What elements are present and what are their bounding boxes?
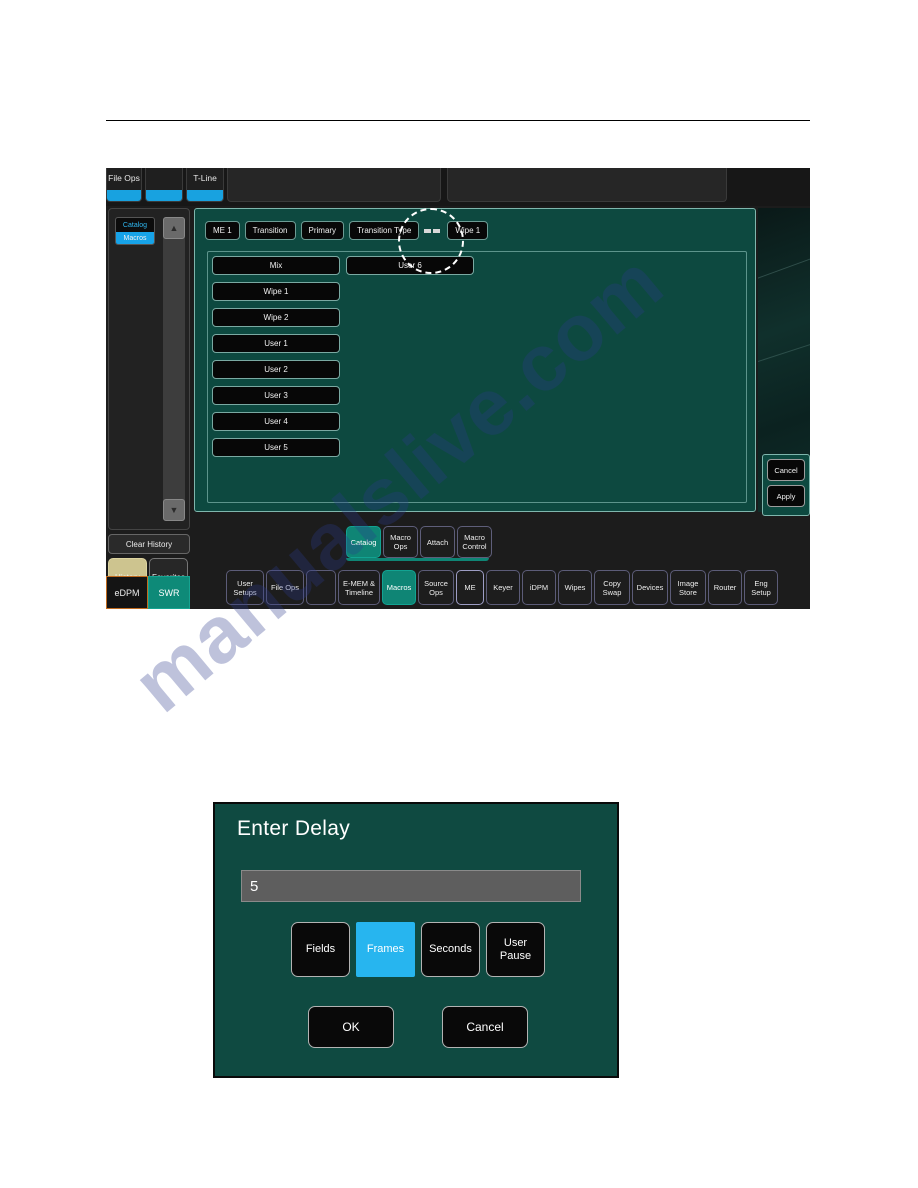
tab-label: File Ops <box>108 173 140 183</box>
menu-list: Mix Wipe 1 Wipe 2 User 1 User 2 User 3 U… <box>207 251 747 503</box>
menu-item-user-5[interactable]: User 5 <box>212 438 340 457</box>
app-button-keyer[interactable]: Keyer <box>486 570 520 605</box>
app-button-file-ops[interactable]: File Ops <box>266 570 304 605</box>
cancel-button[interactable]: Cancel <box>767 459 805 481</box>
unit-button-frames[interactable]: Frames <box>356 922 415 977</box>
clear-history-button[interactable]: Clear History <box>108 534 190 554</box>
sub-tool-underline <box>346 558 489 561</box>
delay-unit-group: Fields Frames Seconds User Pause <box>215 922 621 977</box>
tab-strip-filler-left <box>227 168 441 202</box>
app-button-macros[interactable]: Macros <box>382 570 416 605</box>
app-button-idpm[interactable]: iDPM <box>522 570 556 605</box>
tab-t-line[interactable]: T-Line <box>186 168 224 202</box>
app-button-wipes[interactable]: Wipes <box>558 570 592 605</box>
app-button-eng-setup[interactable]: Eng Setup <box>744 570 778 605</box>
app-button-devices[interactable]: Devices <box>632 570 668 605</box>
menu-item-mix[interactable]: Mix <box>212 256 340 275</box>
chevron-up-icon[interactable]: ▲ <box>163 217 185 239</box>
breadcrumb-primary[interactable]: Primary <box>300 221 345 240</box>
menu-column-primary: Mix Wipe 1 Wipe 2 User 1 User 2 User 3 U… <box>212 256 340 464</box>
menu-item-user-2[interactable]: User 2 <box>212 360 340 379</box>
top-tab-strip: File Ops T-Line <box>106 168 810 206</box>
tab-label: T-Line <box>193 173 217 183</box>
cancel-apply-panel: Cancel Apply <box>762 454 810 516</box>
enter-delay-dialog: Enter Delay 5 Fields Frames Seconds User… <box>213 802 619 1078</box>
history-panel: Catalog Macros ▲ ▼ <box>108 208 190 530</box>
breadcrumb-value-wipe-1[interactable]: Wipe 1 <box>447 221 489 240</box>
tab-strip-filler-right <box>447 168 727 202</box>
app-button-blank[interactable] <box>306 570 336 605</box>
app-button-router[interactable]: Router <box>708 570 742 605</box>
breadcrumb-me-1[interactable]: ME 1 <box>205 221 240 240</box>
app-button-me[interactable]: ME <box>456 570 484 605</box>
switcher-screenshot: File Ops T-Line Catalog Macros ▲ ▼ Clear… <box>106 168 810 609</box>
menu-item-wipe-1[interactable]: Wipe 1 <box>212 282 340 301</box>
breadcrumb-transition[interactable]: Transition <box>244 221 296 240</box>
app-button-row: User Setups File Ops E-MEM & Timeline Ma… <box>106 566 810 609</box>
app-button-emem-timeline[interactable]: E-MEM & Timeline <box>338 570 380 605</box>
breadcrumb-separator-icon <box>424 228 442 233</box>
menu-column-secondary: User 6 <box>346 256 474 282</box>
menu-item-user-1[interactable]: User 1 <box>212 334 340 353</box>
breadcrumb-transition-type[interactable]: Transition Type <box>349 221 420 240</box>
menu-item-user-4[interactable]: User 4 <box>212 412 340 431</box>
tab-file-ops[interactable]: File Ops <box>106 168 142 202</box>
app-button-source-ops[interactable]: Source Ops <box>418 570 454 605</box>
sub-tool-macro-ops[interactable]: Macro Ops <box>383 526 418 558</box>
menu-item-user-3[interactable]: User 3 <box>212 386 340 405</box>
apply-button[interactable]: Apply <box>767 485 805 507</box>
catalog-label: Catalog <box>122 221 148 229</box>
sub-tool-row: Catalog Macro Ops Attach Macro Control <box>346 526 494 558</box>
chevron-down-icon[interactable]: ▼ <box>163 499 185 521</box>
page-root: manualslive.com File Ops T-Line Catalog … <box>0 0 918 1188</box>
dialog-cancel-button[interactable]: Cancel <box>442 1006 528 1048</box>
app-button-user-setups[interactable]: User Setups <box>226 570 264 605</box>
dialog-title: Enter Delay <box>237 817 351 840</box>
menu-area: ME 1 Transition Primary Transition Type … <box>194 208 756 512</box>
sub-tool-macro-control[interactable]: Macro Control <box>457 526 492 558</box>
page-divider-rule <box>106 120 810 121</box>
dialog-action-row: OK Cancel <box>215 1006 621 1048</box>
sub-tool-catalog[interactable]: Catalog <box>346 526 381 558</box>
unit-button-fields[interactable]: Fields <box>291 922 350 977</box>
macros-label: Macros <box>116 232 154 244</box>
menu-item-wipe-2[interactable]: Wipe 2 <box>212 308 340 327</box>
unit-button-user-pause[interactable]: User Pause <box>486 922 545 977</box>
app-button-copy-swap[interactable]: Copy Swap <box>594 570 630 605</box>
delay-value-input[interactable]: 5 <box>241 870 581 902</box>
app-button-image-store[interactable]: Image Store <box>670 570 706 605</box>
tab-unnamed[interactable] <box>145 168 183 202</box>
catalog-macros-button[interactable]: Catalog Macros <box>115 217 155 245</box>
sub-tool-attach[interactable]: Attach <box>420 526 455 558</box>
unit-button-seconds[interactable]: Seconds <box>421 922 480 977</box>
history-scrollbar[interactable]: ▲ ▼ <box>163 217 185 521</box>
breadcrumb: ME 1 Transition Primary Transition Type … <box>205 221 493 240</box>
dialog-ok-button[interactable]: OK <box>308 1006 394 1048</box>
menu-item-user-6[interactable]: User 6 <box>346 256 474 275</box>
